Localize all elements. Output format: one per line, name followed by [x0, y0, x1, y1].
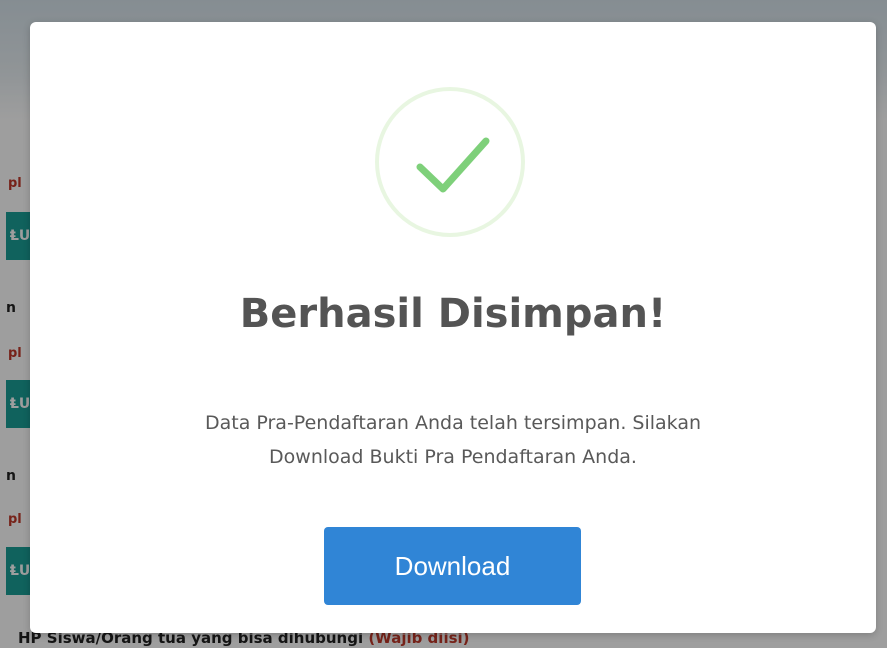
- dialog-message: Data Pra-Pendaftaran Anda telah tersimpa…: [90, 406, 816, 474]
- dialog-message-line-1: Data Pra-Pendaftaran Anda telah tersimpa…: [204, 412, 702, 434]
- dialog-message-line-2: Download Bukti Pra Pendaftaran Anda.: [269, 446, 637, 468]
- download-button[interactable]: Download: [324, 527, 581, 605]
- success-check-icon: [375, 87, 525, 237]
- dialog-title: Berhasil Disimpan!: [239, 291, 667, 337]
- check-mark: [416, 137, 490, 193]
- success-dialog: Berhasil Disimpan! Data Pra-Pendaftaran …: [30, 22, 876, 633]
